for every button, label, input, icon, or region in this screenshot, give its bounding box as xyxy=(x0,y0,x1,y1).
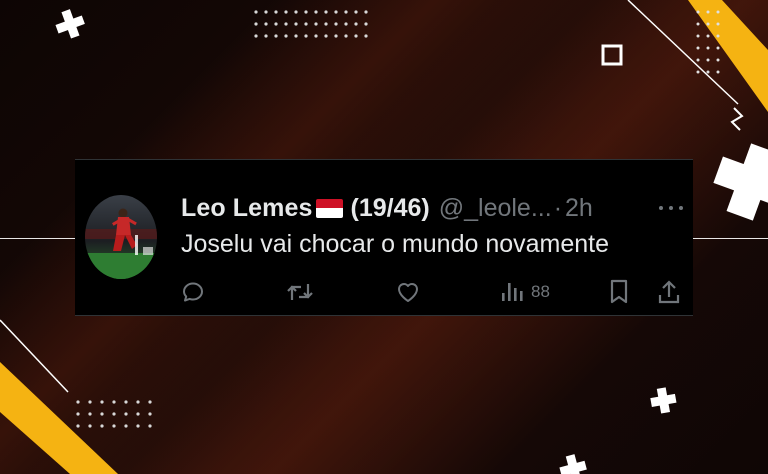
tweet-actions: 88 xyxy=(181,278,686,306)
retweet-button[interactable] xyxy=(286,278,314,306)
avatar-image xyxy=(85,195,157,279)
views-count: 88 xyxy=(531,282,550,301)
like-icon xyxy=(398,283,418,302)
bookmark-button[interactable] xyxy=(608,278,630,306)
retweet-icon xyxy=(287,284,313,300)
indonesia-flag-icon xyxy=(315,198,343,218)
tweet-header: Leo Lemes (19/46) @_leole... · 2h xyxy=(181,190,686,226)
bookmark-icon xyxy=(610,279,628,304)
separator-dot: · xyxy=(553,193,563,222)
tweet-card[interactable]: Leo Lemes (19/46) @_leole... · 2h Joselu… xyxy=(75,159,693,316)
avatar[interactable] xyxy=(85,195,157,279)
views-button[interactable]: 88 xyxy=(501,278,550,306)
user-handle[interactable]: @_leole... xyxy=(439,194,552,223)
name-suffix-count: (19/46) xyxy=(350,193,430,222)
share-icon xyxy=(658,280,680,304)
like-button[interactable] xyxy=(395,278,421,306)
views-icon xyxy=(502,283,523,301)
more-icon[interactable] xyxy=(659,198,683,218)
display-name[interactable]: Leo Lemes xyxy=(181,194,313,223)
timestamp[interactable]: 2h xyxy=(565,194,593,223)
reply-icon xyxy=(183,282,203,302)
tweet-text: Joselu vai chocar o mundo novamente xyxy=(181,230,610,258)
share-button[interactable] xyxy=(657,278,681,306)
reply-button[interactable] xyxy=(181,278,205,306)
